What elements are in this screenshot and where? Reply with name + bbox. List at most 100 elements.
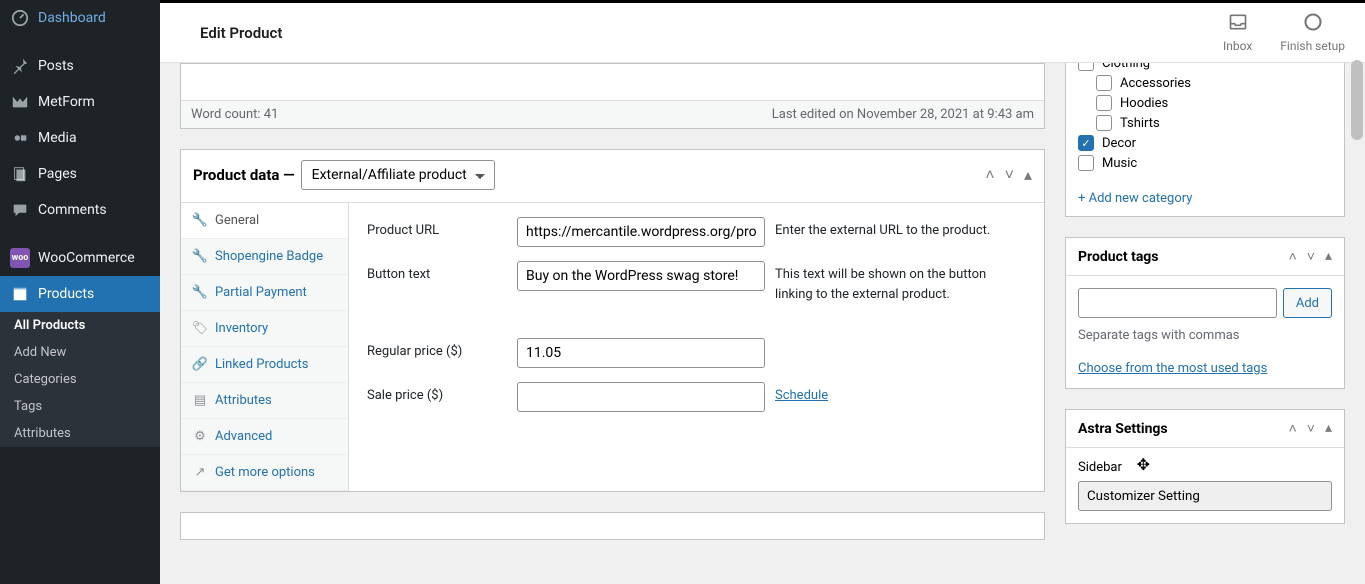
category-label: Music: [1102, 156, 1137, 171]
tag-input[interactable]: [1078, 288, 1277, 318]
link-icon: 🔗: [193, 358, 207, 372]
categories-metabox: Clothing Accessories Hoodies Tshirts✓ Decor M…: [1065, 63, 1345, 217]
triangle-up-icon[interactable]: ▴: [1325, 248, 1332, 265]
sidebar-item-comments[interactable]: Comments: [0, 192, 160, 228]
media-icon: [10, 128, 30, 148]
category-checkbox[interactable]: [1078, 63, 1094, 71]
astra-sidebar-select[interactable]: Customizer Setting: [1078, 481, 1332, 511]
category-checkbox[interactable]: [1096, 75, 1112, 91]
sidebar-label: Products: [38, 286, 94, 302]
metform-icon: [10, 92, 30, 112]
category-checkbox[interactable]: [1096, 95, 1112, 111]
note-icon: ▤: [193, 394, 207, 408]
product-tags-metabox: Product tags ˄ ˅ ▴ Add Separate tags wit…: [1065, 237, 1345, 389]
finish-setup-button[interactable]: Finish setup: [1280, 12, 1345, 53]
inbox-button[interactable]: Inbox: [1223, 12, 1252, 53]
astra-title: Astra Settings: [1078, 421, 1168, 437]
category-label: Hoodies: [1120, 96, 1168, 111]
category-item[interactable]: Accessories: [1096, 75, 1332, 91]
sidebar-label: Comments: [38, 202, 107, 218]
tab-general[interactable]: 🔧 General: [181, 203, 348, 239]
category-label: Clothing: [1102, 63, 1150, 71]
sidebar-item-products[interactable]: Products: [0, 276, 160, 312]
chevron-down-icon[interactable]: ˅: [1307, 420, 1315, 437]
submenu-add-new[interactable]: Add New: [0, 339, 160, 366]
wrench-icon: 🔧: [193, 250, 207, 264]
tab-shopengine-badge[interactable]: 🔧 Shopengine Badge: [181, 239, 348, 275]
chevron-down-icon[interactable]: ˅: [1005, 165, 1014, 185]
category-checkbox[interactable]: [1078, 155, 1094, 171]
button-text-help: This text will be shown on the button li…: [775, 261, 1026, 304]
sale-price-input[interactable]: [517, 382, 765, 412]
wrench-icon: 🔧: [193, 214, 207, 228]
products-submenu: All Products Add New Categories Tags Att…: [0, 312, 160, 447]
woocommerce-icon: woo: [10, 248, 30, 268]
sidebar-item-dashboard[interactable]: Dashboard: [0, 0, 160, 36]
product-data-title: Product data —: [193, 166, 295, 184]
page-header: Edit Product Inbox Finish setup: [160, 3, 1365, 63]
sidebar-item-posts[interactable]: Posts: [0, 48, 160, 84]
product-url-input[interactable]: [517, 217, 765, 247]
sidebar-label: Media: [38, 130, 77, 146]
submenu-attributes[interactable]: Attributes: [0, 420, 160, 447]
sidebar-item-pages[interactable]: Pages: [0, 156, 160, 192]
tab-get-more-options[interactable]: ↗ Get more options: [181, 455, 348, 491]
submenu-tags[interactable]: Tags: [0, 393, 160, 420]
sidebar-item-woocommerce[interactable]: woo WooCommerce: [0, 240, 160, 276]
chevron-up-icon[interactable]: ˄: [1289, 420, 1297, 437]
product-type-select[interactable]: External/Affiliate product: [301, 160, 495, 190]
astra-sidebar-label: Sidebar: [1078, 460, 1332, 475]
regular-price-label: Regular price ($): [367, 338, 507, 359]
editor-area[interactable]: [181, 64, 1044, 100]
category-checkbox[interactable]: [1096, 115, 1112, 131]
tab-inventory[interactable]: 🏷 Inventory: [181, 311, 348, 347]
category-item[interactable]: Music: [1078, 155, 1332, 171]
triangle-up-icon[interactable]: ▴: [1325, 420, 1332, 437]
button-text-label: Button text: [367, 261, 507, 282]
tab-advanced[interactable]: ⚙ Advanced: [181, 419, 348, 455]
sidebar-label: MetForm: [38, 94, 95, 110]
chevron-up-icon[interactable]: ˄: [1289, 248, 1297, 265]
category-item[interactable]: Clothing: [1078, 63, 1332, 71]
category-item[interactable]: ✓ Decor: [1078, 135, 1332, 151]
editor-metabox: Word count: 41 Last edited on November 2…: [180, 63, 1045, 129]
products-icon: [10, 284, 30, 304]
category-checkbox[interactable]: ✓: [1078, 135, 1094, 151]
product-tags-title: Product tags: [1078, 249, 1159, 265]
chevron-up-icon[interactable]: ˄: [985, 165, 994, 185]
category-item[interactable]: Hoodies: [1096, 95, 1332, 111]
add-category-link[interactable]: + Add new category: [1066, 181, 1344, 216]
tag-icon: 🏷: [193, 322, 207, 336]
schedule-link[interactable]: Schedule: [775, 382, 828, 403]
tab-partial-payment[interactable]: 🔧 Partial Payment: [181, 275, 348, 311]
sidebar-item-media[interactable]: Media: [0, 120, 160, 156]
product-data-tabs: 🔧 General 🔧 Shopengine Badge 🔧 Partial P…: [181, 203, 349, 491]
choose-tags-link[interactable]: Choose from the most used tags: [1078, 361, 1267, 376]
astra-settings-metabox: Astra Settings ˄ ˅ ▴ Sidebar Customizer …: [1065, 409, 1345, 524]
scrollbar-thumb[interactable]: [1351, 60, 1363, 140]
tab-linked-products[interactable]: 🔗 Linked Products: [181, 347, 348, 383]
regular-price-input[interactable]: [517, 338, 765, 368]
product-data-panel: Product URL Enter the external URL to th…: [349, 203, 1044, 491]
triangle-up-icon[interactable]: ▴: [1024, 165, 1032, 185]
category-list: Clothing Accessories Hoodies Tshirts✓ Decor M…: [1066, 63, 1344, 181]
category-label: Decor: [1102, 136, 1136, 151]
dashboard-icon: [10, 8, 30, 28]
word-count: Word count: 41: [191, 107, 278, 122]
add-tag-button[interactable]: Add: [1283, 288, 1332, 318]
pages-icon: [10, 164, 30, 184]
category-item[interactable]: Tshirts: [1096, 115, 1332, 131]
page-title: Edit Product: [200, 24, 282, 42]
inbox-icon: [1228, 12, 1248, 37]
product-url-label: Product URL: [367, 217, 507, 238]
comments-icon: [10, 200, 30, 220]
sidebar-label: Dashboard: [38, 10, 106, 26]
sidebar-item-metform[interactable]: MetForm: [0, 84, 160, 120]
sale-price-label: Sale price ($): [367, 382, 507, 403]
tab-attributes[interactable]: ▤ Attributes: [181, 383, 348, 419]
submenu-categories[interactable]: Categories: [0, 366, 160, 393]
chevron-down-icon[interactable]: ˅: [1307, 248, 1315, 265]
submenu-all-products[interactable]: All Products: [0, 312, 160, 339]
button-text-input[interactable]: [517, 261, 765, 291]
wrench-icon: 🔧: [193, 286, 207, 300]
